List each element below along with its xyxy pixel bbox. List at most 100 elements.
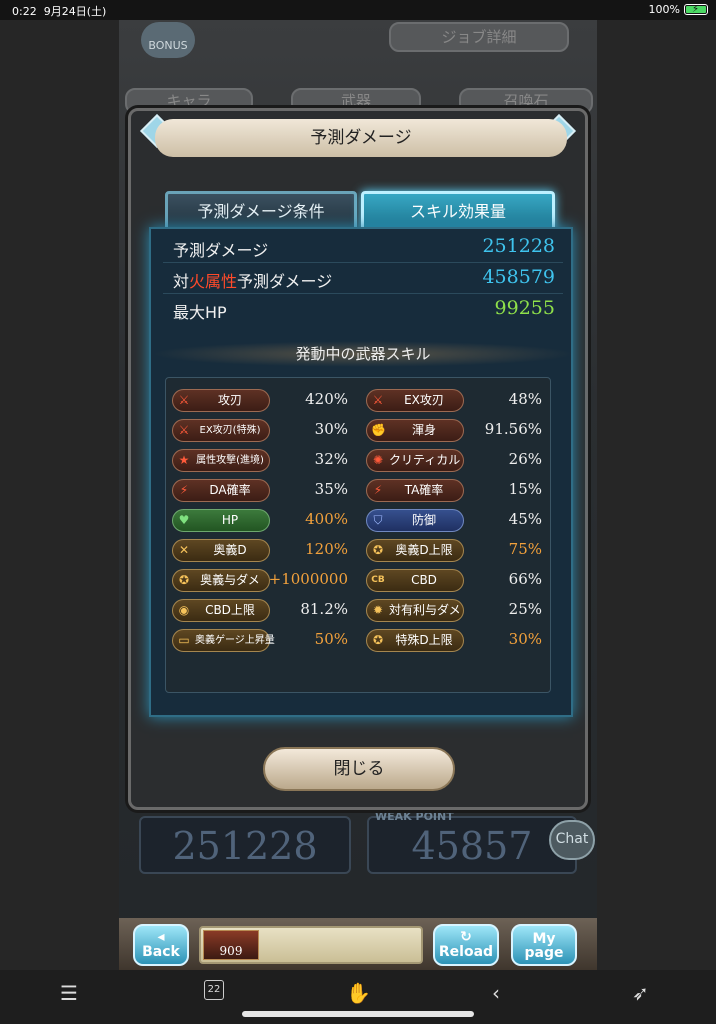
skill-pill: ◉ CBD上限	[172, 599, 270, 622]
back-button[interactable]: ◂ Back	[133, 924, 189, 966]
chat-button[interactable]: Chat	[549, 820, 595, 860]
skill-value: 66%	[508, 570, 542, 588]
skill-name: TA確率	[404, 483, 444, 497]
skill-name: EX攻刃	[404, 393, 444, 407]
item-thumbnail: 909	[203, 930, 259, 960]
battery-percent: 100%	[648, 3, 680, 16]
shield-icon: ⛉	[373, 513, 383, 527]
stat-row-fire-predicted: 対火属性予測ダメージ 458579	[163, 264, 563, 294]
skill-name: HP	[221, 513, 239, 527]
skill-value: 50%	[314, 630, 348, 648]
reload-button[interactable]: ↻ Reload	[433, 924, 499, 966]
skill-row: ⚔ EX攻刃 48%	[360, 386, 550, 416]
skill-pill: ✪ 奥義D上限	[366, 539, 464, 562]
skill-value: 45%	[508, 510, 542, 528]
skill-row: ◉ CBD上限 81.2%	[166, 596, 356, 626]
skill-row: ♥ HP 400%	[166, 506, 356, 536]
status-bar: 0:22 9月24日(土) 100% ⚡	[0, 0, 716, 20]
tab-damage-conditions[interactable]: 予測ダメージ条件	[165, 191, 357, 231]
stat-row-max-hp: 最大HP 99255	[163, 295, 563, 325]
skills-grid: ⚔ 攻刃 420% ⚔ EX攻刃 48% ⚔ EX攻刃(特殊) 30% ✊ 渾身 91.56% ★ 属性攻…	[165, 377, 551, 693]
skill-name: 奥義与ダメ	[200, 573, 260, 587]
skill-row: ★ 属性攻撃(進境) 32%	[166, 446, 356, 476]
weak-point-label: WEAK POINT	[375, 810, 454, 823]
stat-value: 99255	[494, 297, 555, 319]
stat-label: 予測ダメージ	[173, 241, 269, 260]
stat-row-predicted: 予測ダメージ 251228	[163, 233, 563, 263]
skill-name: 属性攻撃(進境)	[196, 455, 264, 466]
triple-slash-icon: ⚡	[373, 483, 383, 497]
star-icon: ★	[178, 453, 190, 467]
skill-pill: CB CBD	[366, 569, 464, 592]
skill-pill: ✹ 対有利与ダメ	[366, 599, 464, 622]
stat-value: 251228	[482, 235, 555, 257]
skill-value: 81.2%	[300, 600, 348, 618]
skill-value: +1000000	[268, 570, 348, 588]
skill-row: ⚡ TA確率 15%	[360, 476, 550, 506]
job-detail-button[interactable]: ジョブ詳細	[389, 22, 569, 52]
skill-row: ⚔ EX攻刃(特殊) 30%	[166, 416, 356, 446]
skill-value: 91.56%	[484, 420, 542, 438]
skill-effects-panel: 予測ダメージ 251228 対火属性予測ダメージ 458579 最大HP 992…	[149, 227, 575, 717]
skill-value: 35%	[314, 480, 348, 498]
skill-row: ✪ 奥義与ダメ +1000000	[166, 566, 356, 596]
tab-skill-effects[interactable]: スキル効果量	[361, 191, 555, 231]
skill-row: ⛉ 防御 45%	[360, 506, 550, 536]
damage-display: 251228	[139, 816, 351, 874]
special-cap-icon: ✪	[372, 633, 384, 647]
skills-heading: 発動中の武器スキル	[151, 341, 575, 367]
skill-pill: ⚔ EX攻刃	[366, 389, 464, 412]
skill-pill: ▭ 奥義ゲージ上昇量	[172, 629, 275, 652]
burst-icon: ✺	[372, 453, 384, 467]
skill-value: 75%	[508, 540, 542, 558]
skill-name: 奥義D上限	[395, 543, 453, 557]
gauge-icon: ▭	[178, 633, 190, 647]
skill-row: ⚡ DA確率 35%	[166, 476, 356, 506]
skill-value: 32%	[314, 450, 348, 468]
double-slash-icon: ⚡	[179, 483, 189, 497]
skill-value: 48%	[508, 390, 542, 408]
stat-label: 最大HP	[173, 303, 227, 322]
rocket-icon[interactable]: ➶	[632, 982, 649, 1004]
skill-row: ✪ 特殊D上限 30%	[360, 626, 550, 656]
skill-row: ✕ 奥義D 120%	[166, 536, 356, 566]
battery-icon: ⚡	[684, 4, 708, 15]
reload-icon: ↻	[460, 929, 472, 945]
menu-icon[interactable]: ☰	[60, 982, 78, 1004]
skill-pill: ✪ 奥義与ダメ	[172, 569, 270, 592]
item-slot[interactable]: 909	[199, 926, 423, 964]
skill-value: 30%	[314, 420, 348, 438]
skill-row: ✊ 渾身 91.56%	[360, 416, 550, 446]
mypage-button[interactable]: My page	[511, 924, 577, 966]
skill-value: 25%	[508, 600, 542, 618]
stat-label: 対火属性予測ダメージ	[173, 272, 333, 291]
skill-pill: ✊ 渾身	[366, 419, 464, 442]
ougi-cap-icon: ✪	[372, 543, 384, 557]
game-bottom-bar: ◂ Back 909 ↻ Reload My page	[119, 918, 597, 970]
skill-name: DA確率	[209, 483, 251, 497]
back-arrow-icon: ◂	[157, 929, 165, 945]
skill-value: 26%	[508, 450, 542, 468]
skill-row: ✺ クリティカル 26%	[360, 446, 550, 476]
skill-value: 400%	[305, 510, 348, 528]
cb-cap-icon: ◉	[178, 603, 190, 617]
tab-count-icon[interactable]: 22	[204, 980, 224, 1000]
side-panel-right	[597, 20, 716, 970]
skill-name: クリティカル	[389, 453, 461, 467]
skill-pill: ♥ HP	[172, 509, 270, 532]
home-indicator[interactable]	[242, 1011, 474, 1017]
back-chevron-icon[interactable]: ‹	[492, 982, 500, 1004]
skill-row: ✹ 対有利与ダメ 25%	[360, 596, 550, 626]
bonus-badge: BONUS	[141, 22, 195, 58]
skill-pill: ★ 属性攻撃(進境)	[172, 449, 270, 472]
close-button[interactable]: 閉じる	[263, 747, 455, 791]
crossed-swords-icon: ✕	[178, 543, 190, 557]
gesture-icon[interactable]: ✋	[346, 982, 371, 1004]
skill-row: ⚔ 攻刃 420%	[166, 386, 356, 416]
skill-pill: ⛉ 防御	[366, 509, 464, 532]
skill-name: 攻刃	[217, 393, 242, 407]
skill-value: 420%	[305, 390, 348, 408]
skill-name: CBD上限	[205, 603, 255, 617]
skill-pill: ⚡ DA確率	[172, 479, 270, 502]
skill-row: ✪ 奥義D上限 75%	[360, 536, 550, 566]
